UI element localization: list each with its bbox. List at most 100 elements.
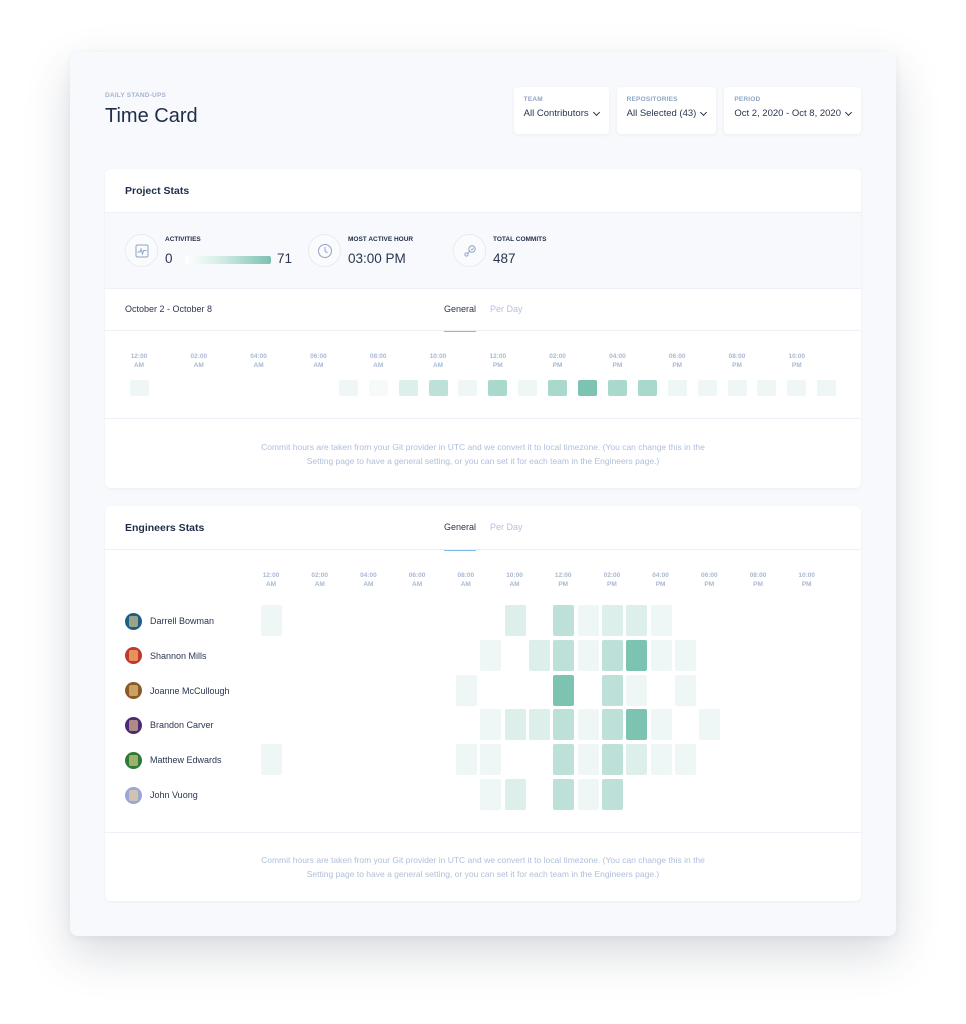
heatmap-cell[interactable] bbox=[577, 779, 599, 810]
heatmap-cell[interactable] bbox=[601, 605, 623, 636]
heatmap-cell[interactable] bbox=[504, 605, 526, 636]
heatmap-cell[interactable] bbox=[338, 380, 358, 396]
heatmap-cell[interactable] bbox=[637, 380, 657, 396]
hour-tick-label: 02:00 PM bbox=[603, 572, 621, 588]
most-active-hour-label: MOST ACTIVE HOUR bbox=[348, 236, 414, 243]
heatmap-cell[interactable] bbox=[577, 605, 599, 636]
heatmap-cell[interactable] bbox=[455, 744, 477, 776]
engineers-stats-title: Engineers Stats bbox=[125, 521, 205, 534]
filter-bar: TEAM All Contributors REPOSITORIES All S… bbox=[513, 87, 861, 134]
heatmap-cell[interactable] bbox=[504, 779, 526, 810]
heatmap-cell[interactable] bbox=[787, 380, 807, 396]
hour-tick-label: 04:00 PM bbox=[652, 572, 669, 588]
hour-tick-label: 08:00 AM bbox=[369, 353, 387, 369]
team-filter[interactable]: TEAM All Contributors bbox=[513, 87, 609, 134]
heatmap-cell[interactable] bbox=[757, 380, 777, 396]
heatmap-cell[interactable] bbox=[626, 674, 648, 706]
heatmap-cell[interactable] bbox=[601, 674, 623, 706]
heatmap-cell[interactable] bbox=[129, 380, 149, 396]
tab-general[interactable]: General bbox=[444, 506, 477, 551]
heatmap-cell[interactable] bbox=[553, 605, 575, 636]
engineer-name: Matthew Edwards bbox=[150, 755, 222, 766]
heatmap-cell[interactable] bbox=[577, 744, 599, 776]
tab-general[interactable]: General bbox=[444, 289, 477, 332]
heatmap-cell[interactable] bbox=[578, 380, 597, 396]
heatmap-cell[interactable] bbox=[504, 709, 526, 741]
heatmap-cell[interactable] bbox=[553, 779, 575, 810]
heatmap-cell[interactable] bbox=[553, 744, 575, 776]
tab-per-day[interactable]: Per Day bbox=[490, 506, 523, 550]
tab-per-day[interactable]: Per Day bbox=[490, 289, 523, 331]
heatmap-cell[interactable] bbox=[674, 674, 696, 706]
heatmap-cell[interactable] bbox=[528, 709, 550, 741]
heatmap-cell[interactable] bbox=[727, 380, 747, 396]
heatmap-cell[interactable] bbox=[480, 779, 502, 810]
heatmap-cell[interactable] bbox=[601, 639, 623, 671]
heatmap-cell[interactable] bbox=[480, 639, 502, 671]
heatmap-cell[interactable] bbox=[548, 380, 568, 396]
heatmap-cell[interactable] bbox=[480, 709, 502, 741]
heatmap-cell[interactable] bbox=[553, 639, 575, 671]
page-eyebrow: DAILY STAND-UPS bbox=[105, 92, 167, 99]
divider bbox=[105, 832, 861, 833]
heatmap-cell[interactable] bbox=[577, 639, 599, 671]
heatmap-cell[interactable] bbox=[480, 744, 502, 776]
heatmap-cell[interactable] bbox=[650, 744, 672, 776]
heatmap-cell[interactable] bbox=[528, 639, 550, 671]
heatmap-cell[interactable] bbox=[261, 605, 282, 636]
engineer-row[interactable]: John Vuong bbox=[125, 785, 198, 805]
engineer-row[interactable]: Brandon Carver bbox=[125, 715, 214, 735]
heatmap-cell[interactable] bbox=[674, 639, 696, 671]
heatmap-cell[interactable] bbox=[607, 380, 627, 396]
hour-tick-label: 06:00 PM bbox=[668, 353, 686, 369]
engineer-name: Brandon Carver bbox=[150, 720, 214, 731]
heatmap-cell[interactable] bbox=[601, 779, 623, 810]
heatmap-cell[interactable] bbox=[626, 709, 648, 741]
heatmap-cell[interactable] bbox=[626, 605, 648, 636]
hour-tick-label: 12:00 AM bbox=[262, 572, 280, 588]
hour-tick-label: 08:00 AM bbox=[457, 572, 475, 588]
engineer-row[interactable]: Joanne McCullough bbox=[125, 681, 230, 701]
heatmap-cell[interactable] bbox=[455, 674, 477, 706]
heatmap-cell[interactable] bbox=[667, 380, 687, 396]
heatmap-cell[interactable] bbox=[697, 380, 717, 396]
heatmap-cell[interactable] bbox=[601, 744, 623, 776]
heatmap-cell[interactable] bbox=[398, 380, 418, 396]
engineer-row[interactable]: Darrell Bowman bbox=[125, 611, 214, 631]
heatmap-cell[interactable] bbox=[650, 709, 672, 741]
heatmap-cell[interactable] bbox=[458, 380, 478, 396]
chevron-down-icon bbox=[592, 108, 600, 116]
heatmap-cell[interactable] bbox=[553, 709, 575, 741]
engineers-stats-tabs: General Per Day bbox=[444, 506, 523, 551]
heatmap-cell[interactable] bbox=[650, 605, 672, 636]
heatmap-cell[interactable] bbox=[699, 709, 721, 741]
engineer-row[interactable]: Matthew Edwards bbox=[125, 750, 222, 770]
hour-tick-label: 12:00 PM bbox=[554, 572, 572, 588]
repositories-filter-value: All Selected (43) bbox=[626, 108, 697, 119]
heatmap-cell[interactable] bbox=[488, 380, 508, 396]
heatmap-cell[interactable] bbox=[577, 709, 599, 741]
repositories-filter[interactable]: REPOSITORIES All Selected (43) bbox=[616, 87, 717, 134]
timezone-note: Commit hours are taken from your Git pro… bbox=[261, 855, 705, 879]
hour-tick-label: 08:00 PM bbox=[728, 353, 746, 369]
heatmap-cell[interactable] bbox=[368, 380, 388, 396]
heatmap-cell[interactable] bbox=[674, 744, 696, 776]
heatmap-cell[interactable] bbox=[261, 744, 282, 776]
heatmap-cell[interactable] bbox=[650, 639, 672, 671]
avatar bbox=[125, 751, 142, 769]
period-filter[interactable]: PERIOD Oct 2, 2020 - Oct 8, 2020 bbox=[724, 87, 861, 134]
activities-stat: ACTIVITIES 0 71 bbox=[125, 213, 292, 289]
heatmap-cell[interactable] bbox=[626, 744, 648, 776]
project-stats-title: Project Stats bbox=[125, 184, 190, 197]
clock-icon bbox=[308, 234, 341, 267]
heatmap-cell[interactable] bbox=[817, 380, 837, 396]
heatmap-cell[interactable] bbox=[553, 674, 575, 706]
heatmap-cell[interactable] bbox=[518, 380, 538, 396]
heatmap-cell[interactable] bbox=[428, 380, 448, 396]
time-card-page: DAILY STAND-UPS Time Card TEAM All Contr… bbox=[70, 52, 896, 936]
heatmap-cell[interactable] bbox=[601, 709, 623, 741]
hour-tick-label: 02:00 AM bbox=[190, 353, 208, 369]
hour-tick-label: 08:00 PM bbox=[749, 572, 767, 588]
engineer-row[interactable]: Shannon Mills bbox=[125, 646, 207, 666]
heatmap-cell[interactable] bbox=[626, 639, 648, 671]
